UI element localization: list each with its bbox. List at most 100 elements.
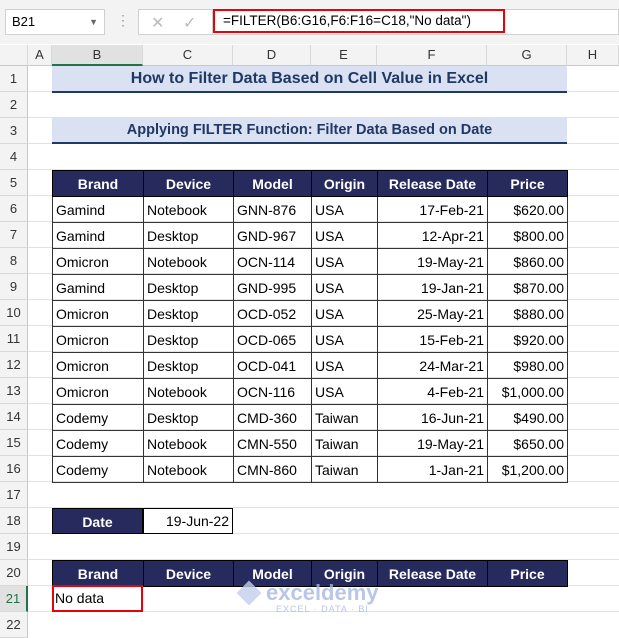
row-header-10[interactable]: 10 — [0, 300, 28, 326]
cell-release-date[interactable]: 25-May-21 — [377, 300, 488, 327]
cell-release-date[interactable]: 19-May-21 — [377, 430, 488, 457]
cell-release-date[interactable]: 16-Jun-21 — [377, 404, 488, 431]
cell-device[interactable]: Desktop — [143, 404, 234, 431]
cell-price[interactable]: $980.00 — [487, 352, 568, 379]
col-header-e[interactable]: E — [311, 45, 377, 66]
cell-release-date[interactable]: 1-Jan-21 — [377, 456, 488, 483]
cell-release-date[interactable]: 15-Feb-21 — [377, 326, 488, 353]
row-header-13[interactable]: 13 — [0, 378, 28, 404]
cell-origin[interactable]: USA — [311, 300, 378, 327]
cell-device[interactable]: Notebook — [143, 430, 234, 457]
row-header-6[interactable]: 6 — [0, 196, 28, 222]
col-header-d[interactable]: D — [233, 45, 311, 66]
col-header-f[interactable]: F — [377, 45, 487, 66]
cell-brand[interactable]: Codemy — [52, 456, 144, 483]
row-header-22[interactable]: 22 — [0, 612, 28, 638]
cell-device[interactable]: Desktop — [143, 300, 234, 327]
cell-model[interactable]: GND-995 — [233, 274, 312, 301]
row-header-14[interactable]: 14 — [0, 404, 28, 430]
cell-origin[interactable]: Taiwan — [311, 456, 378, 483]
cell-origin[interactable]: USA — [311, 248, 378, 275]
cell-release-date[interactable]: 12-Apr-21 — [377, 222, 488, 249]
row-header-21[interactable]: 21 — [0, 586, 28, 612]
row-header-17[interactable]: 17 — [0, 482, 28, 508]
cell-price[interactable]: $650.00 — [487, 430, 568, 457]
row-header-5[interactable]: 5 — [0, 170, 28, 196]
row-header-20[interactable]: 20 — [0, 560, 28, 586]
cell-model[interactable]: OCD-065 — [233, 326, 312, 353]
cell-device[interactable]: Notebook — [143, 196, 234, 223]
cell-origin[interactable]: Taiwan — [311, 404, 378, 431]
row-header-11[interactable]: 11 — [0, 326, 28, 352]
col-header-h[interactable]: H — [567, 45, 619, 66]
row-header-12[interactable]: 12 — [0, 352, 28, 378]
name-box[interactable]: B21 ▼ — [5, 9, 105, 35]
cell-device[interactable]: Desktop — [143, 326, 234, 353]
col-header-c[interactable]: C — [143, 45, 233, 66]
cell-release-date[interactable]: 19-Jan-21 — [377, 274, 488, 301]
row-header-9[interactable]: 9 — [0, 274, 28, 300]
cell-model[interactable]: OCD-052 — [233, 300, 312, 327]
row-header-8[interactable]: 8 — [0, 248, 28, 274]
cell-price[interactable]: $490.00 — [487, 404, 568, 431]
cell-origin[interactable]: USA — [311, 352, 378, 379]
row-header-19[interactable]: 19 — [0, 534, 28, 560]
cell-price[interactable]: $1,000.00 — [487, 378, 568, 405]
cell-price[interactable]: $880.00 — [487, 300, 568, 327]
cell-brand[interactable]: Omicron — [52, 378, 144, 405]
cell-device[interactable]: Desktop — [143, 352, 234, 379]
cell-price[interactable]: $1,200.00 — [487, 456, 568, 483]
cell-model[interactable]: CMN-550 — [233, 430, 312, 457]
col-header-a[interactable]: A — [28, 45, 52, 66]
cell-price[interactable]: $870.00 — [487, 274, 568, 301]
cell-price[interactable]: $920.00 — [487, 326, 568, 353]
cell-device[interactable]: Notebook — [143, 378, 234, 405]
chevron-down-icon[interactable]: ▼ — [89, 10, 98, 34]
result-cell-b21[interactable]: No data — [52, 585, 143, 612]
col-header-g[interactable]: G — [487, 45, 567, 66]
row-header-15[interactable]: 15 — [0, 430, 28, 456]
cell-device[interactable]: Desktop — [143, 222, 234, 249]
cell-release-date[interactable]: 4-Feb-21 — [377, 378, 488, 405]
cell-brand[interactable]: Gamind — [52, 222, 144, 249]
cell-model[interactable]: CMN-860 — [233, 456, 312, 483]
cell-brand[interactable]: Omicron — [52, 248, 144, 275]
row-header-16[interactable]: 16 — [0, 456, 28, 482]
cell-brand[interactable]: Codemy — [52, 430, 144, 457]
cell-origin[interactable]: USA — [311, 196, 378, 223]
cell-model[interactable]: OCN-116 — [233, 378, 312, 405]
cell-release-date[interactable]: 19-May-21 — [377, 248, 488, 275]
cell-price[interactable]: $860.00 — [487, 248, 568, 275]
cell-model[interactable]: GNN-876 — [233, 196, 312, 223]
cell-model[interactable]: OCN-114 — [233, 248, 312, 275]
cell-device[interactable]: Notebook — [143, 248, 234, 275]
row-header-18[interactable]: 18 — [0, 508, 28, 534]
cell-release-date[interactable]: 24-Mar-21 — [377, 352, 488, 379]
row-header-1[interactable]: 1 — [0, 66, 28, 92]
cell-brand[interactable]: Codemy — [52, 404, 144, 431]
col-header-b[interactable]: B — [52, 45, 143, 66]
cell-brand[interactable]: Omicron — [52, 326, 144, 353]
confirm-icon[interactable]: ✓ — [183, 13, 196, 33]
cell-brand[interactable]: Omicron — [52, 300, 144, 327]
cell-release-date[interactable]: 17-Feb-21 — [377, 196, 488, 223]
cell-device[interactable]: Notebook — [143, 456, 234, 483]
cell-brand[interactable]: Gamind — [52, 196, 144, 223]
cell-price[interactable]: $800.00 — [487, 222, 568, 249]
cell-model[interactable]: OCD-041 — [233, 352, 312, 379]
row-header-7[interactable]: 7 — [0, 222, 28, 248]
cancel-icon[interactable]: ✕ — [151, 13, 164, 33]
cell-origin[interactable]: USA — [311, 274, 378, 301]
formula-input[interactable]: =FILTER(B6:G16,F6:F16=C18,"No data") — [212, 9, 619, 35]
cell-device[interactable]: Desktop — [143, 274, 234, 301]
cell-model[interactable]: CMD-360 — [233, 404, 312, 431]
cell-price[interactable]: $620.00 — [487, 196, 568, 223]
cell-origin[interactable]: USA — [311, 326, 378, 353]
row-header-4[interactable]: 4 — [0, 144, 28, 170]
cell-origin[interactable]: Taiwan — [311, 430, 378, 457]
date-criteria-cell[interactable]: 19-Jun-22 — [143, 508, 233, 534]
row-header-2[interactable]: 2 — [0, 92, 28, 118]
cell-origin[interactable]: USA — [311, 222, 378, 249]
select-all[interactable] — [0, 45, 28, 66]
row-header-3[interactable]: 3 — [0, 118, 28, 144]
